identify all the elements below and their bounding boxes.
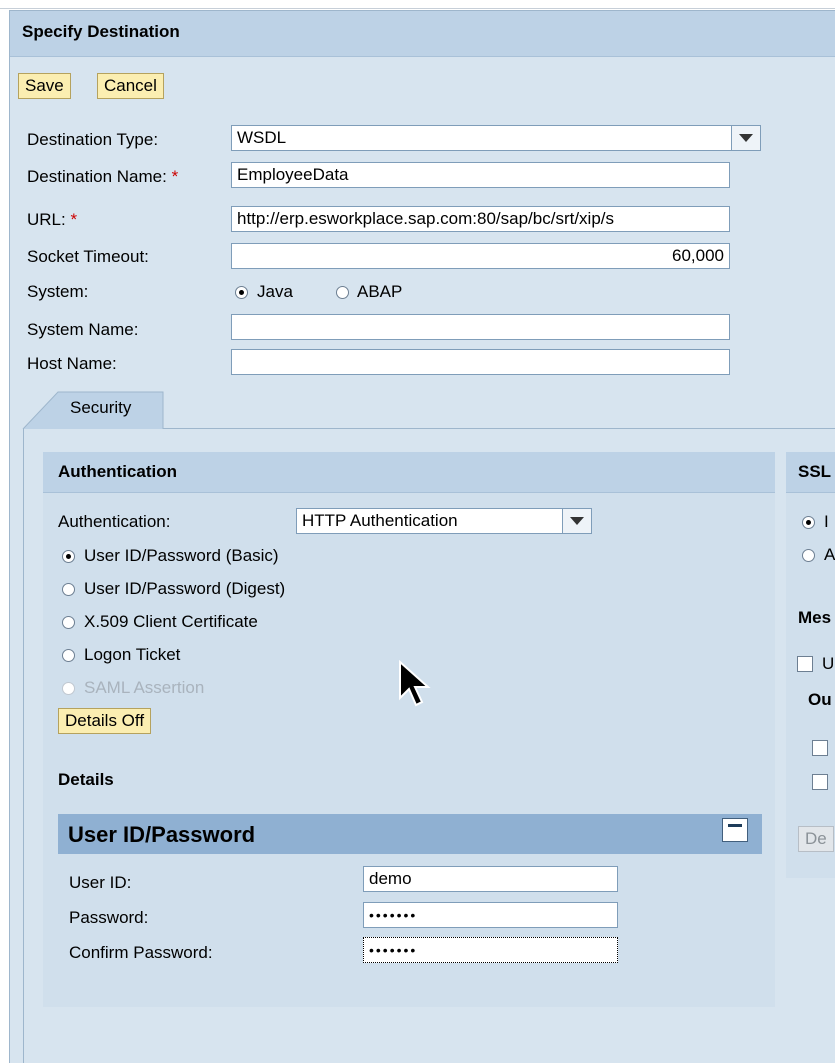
message-security-header: Mes: [798, 608, 832, 627]
auth-logon-ticket-label: Logon Ticket: [84, 645, 181, 664]
user-id-label: User ID:: [69, 873, 132, 892]
dropdown-button[interactable]: [731, 126, 760, 150]
system-java-radio[interactable]: [235, 286, 248, 299]
outbound-header: Ou: [808, 690, 832, 709]
mouse-cursor-icon: [399, 660, 431, 707]
password-input[interactable]: •••••••: [363, 902, 618, 928]
system-label: System:: [27, 282, 89, 301]
authentication-value: HTTP Authentication: [302, 511, 458, 530]
message-security-checkbox[interactable]: [797, 656, 813, 672]
dropdown-button[interactable]: [562, 509, 591, 533]
auth-digest-radio[interactable]: [62, 583, 75, 596]
details-header: Details: [58, 770, 114, 789]
auth-x509-label: X.509 Client Certificate: [84, 612, 258, 631]
outbound-checkbox-2[interactable]: [812, 774, 828, 790]
auth-saml-label: SAML Assertion: [84, 678, 205, 697]
confirm-password-label: Confirm Password:: [69, 943, 213, 962]
host-name-input[interactable]: [231, 349, 730, 375]
url-label: URL: *: [27, 210, 78, 229]
credentials-header: User ID/Password: [68, 822, 256, 847]
system-abap-radio[interactable]: [336, 286, 349, 299]
destination-type-label: Destination Type:: [27, 130, 159, 149]
socket-timeout-label: Socket Timeout:: [27, 247, 149, 266]
ssl-option-2-radio[interactable]: [802, 549, 815, 562]
cancel-button[interactable]: Cancel: [97, 73, 164, 99]
system-java-label: Java: [257, 282, 293, 301]
password-label: Password:: [69, 908, 149, 927]
message-security-check-label: U: [822, 654, 835, 673]
user-id-input[interactable]: demo: [363, 866, 618, 892]
page-title: Specify Destination: [22, 22, 180, 41]
required-marker: *: [70, 210, 78, 229]
auth-basic-radio[interactable]: [62, 550, 75, 563]
collapse-button[interactable]: [722, 818, 748, 842]
auth-basic-label: User ID/Password (Basic): [84, 546, 279, 565]
save-button[interactable]: Save: [18, 73, 71, 99]
required-marker: *: [171, 167, 179, 186]
top-border: [0, 0, 835, 9]
auth-digest-label: User ID/Password (Digest): [84, 579, 286, 598]
destination-type-select[interactable]: WSDL: [231, 125, 761, 151]
destination-name-label: Destination Name: *: [27, 167, 179, 186]
auth-x509-radio[interactable]: [62, 616, 75, 629]
ssl-header: SSL: [798, 462, 832, 481]
authentication-select[interactable]: HTTP Authentication: [296, 508, 592, 534]
destination-name-input[interactable]: EmployeeData: [231, 162, 730, 188]
details-button-disabled: De: [798, 826, 834, 852]
ssl-option-1-label: I: [824, 512, 829, 531]
system-name-input[interactable]: [231, 314, 730, 340]
ssl-option-1-radio[interactable]: [802, 516, 815, 529]
socket-timeout-input[interactable]: 60,000: [231, 243, 730, 269]
host-name-label: Host Name:: [27, 354, 117, 373]
system-abap-label: ABAP: [357, 282, 403, 301]
auth-saml-radio: [62, 682, 75, 695]
system-name-label: System Name:: [27, 320, 139, 339]
outbound-checkbox-1[interactable]: [812, 740, 828, 756]
chevron-down-icon: [570, 517, 584, 525]
destination-type-value: WSDL: [237, 128, 287, 147]
confirm-password-input[interactable]: •••••••: [363, 937, 618, 963]
tab-security-label: Security: [70, 398, 132, 417]
chevron-down-icon: [739, 134, 753, 142]
details-off-button[interactable]: Details Off: [58, 708, 152, 734]
minimize-icon: [728, 824, 742, 827]
authentication-header: Authentication: [58, 462, 177, 481]
ssl-option-2-label: A: [824, 545, 835, 564]
url-input[interactable]: http://erp.esworkplace.sap.com:80/sap/bc…: [231, 206, 730, 232]
auth-logon-ticket-radio[interactable]: [62, 649, 75, 662]
authentication-label: Authentication:: [58, 512, 171, 531]
